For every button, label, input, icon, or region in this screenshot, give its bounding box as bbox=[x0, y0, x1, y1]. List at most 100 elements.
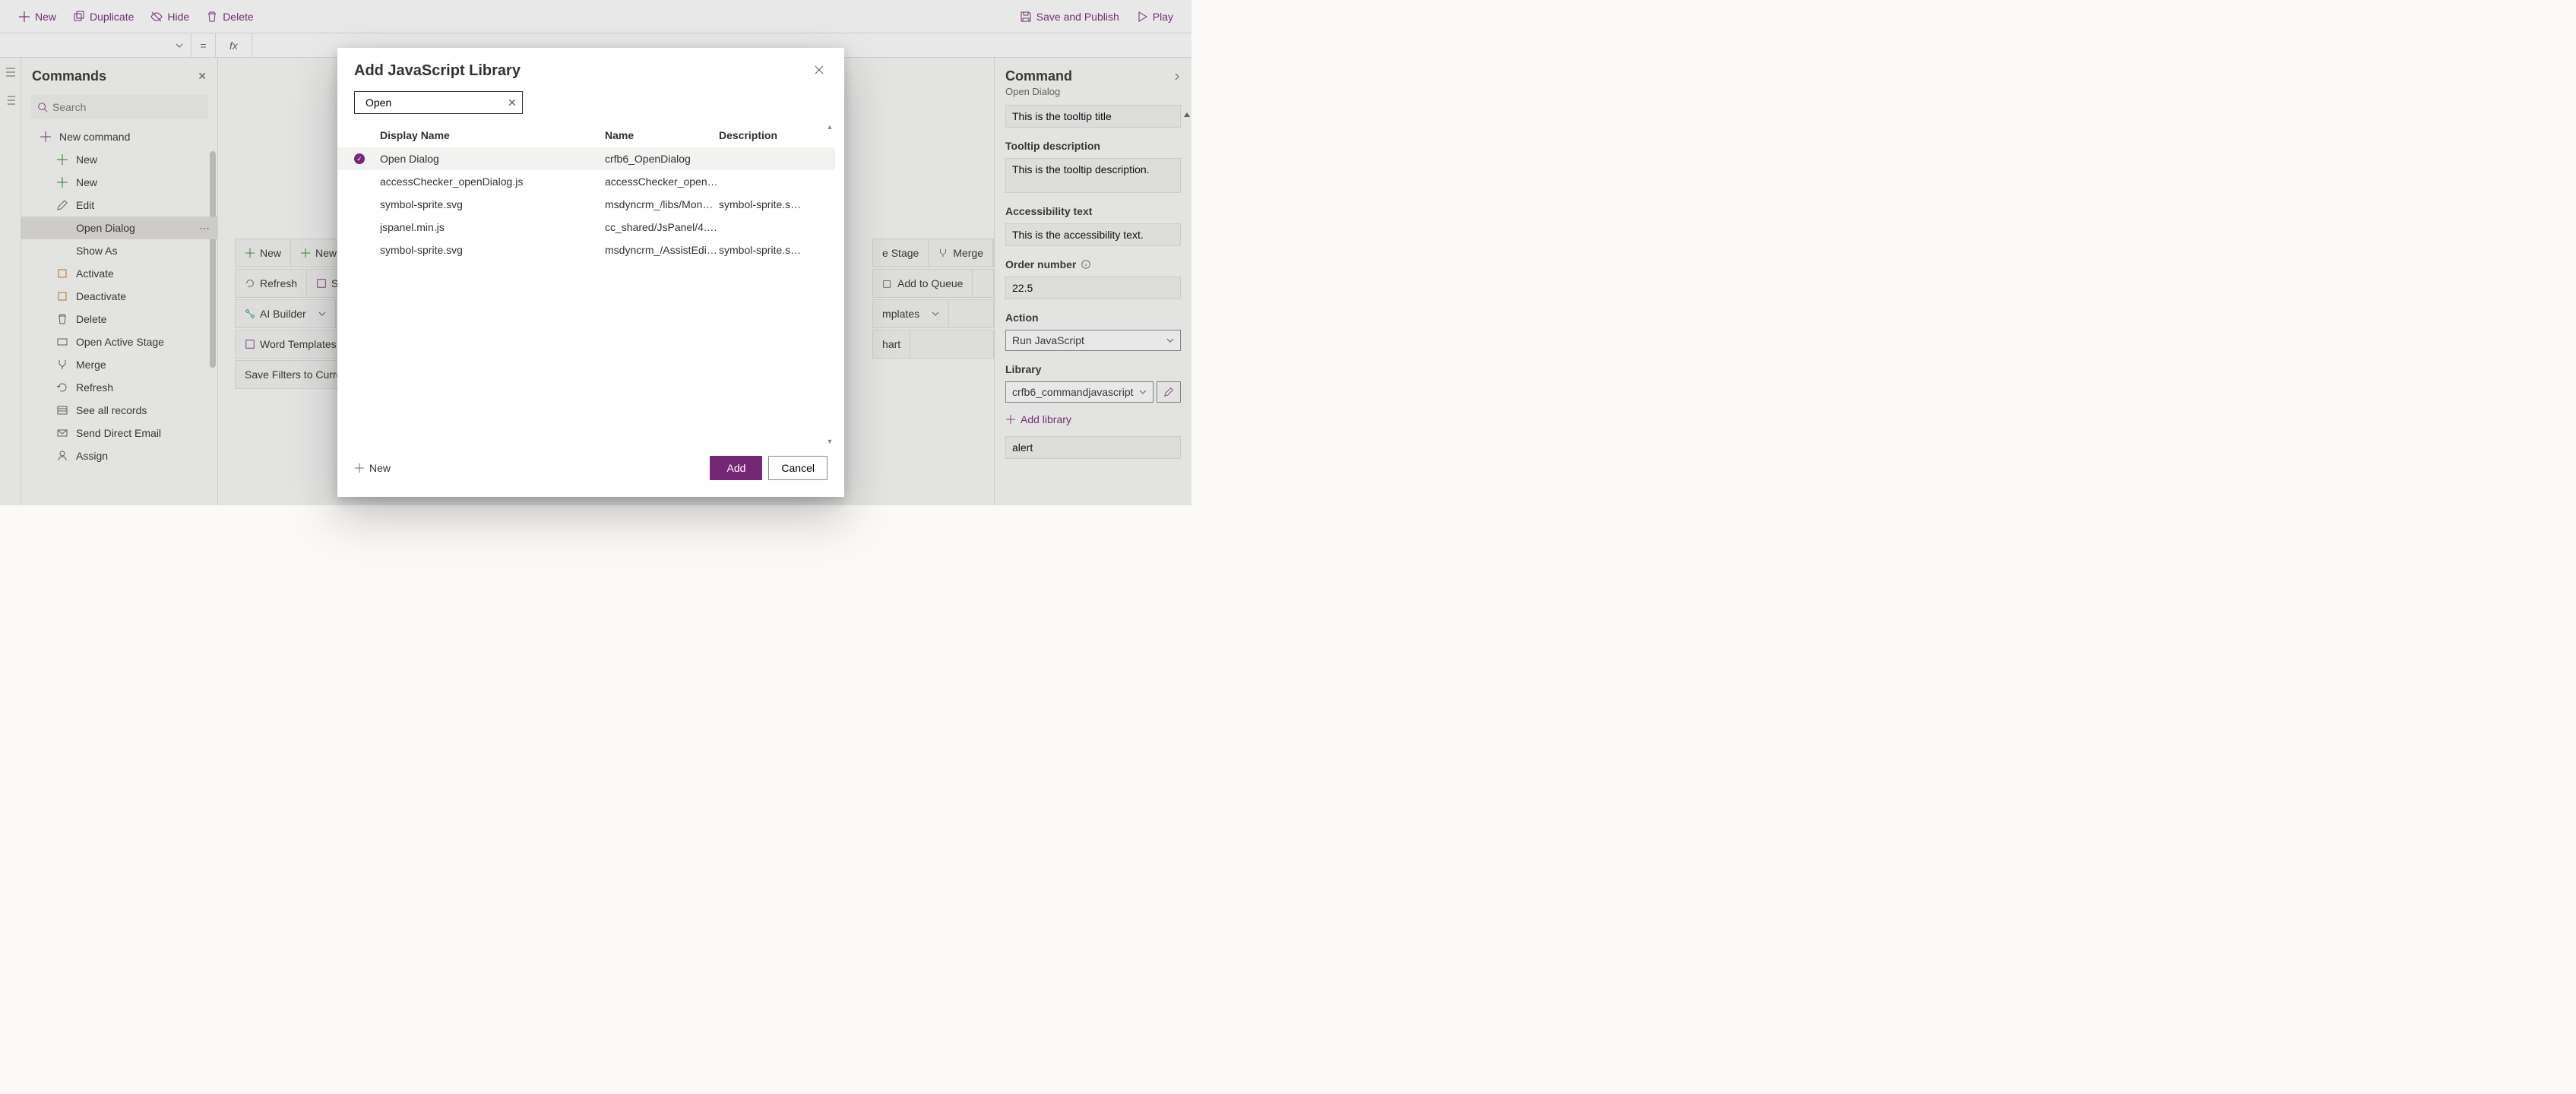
action-select[interactable]: Run JavaScript bbox=[1005, 330, 1181, 351]
label: Save Filters to Current bbox=[245, 368, 351, 381]
ribbon-refresh[interactable]: Refresh bbox=[236, 270, 307, 297]
cmd-item-send-direct-email[interactable]: Send Direct Email bbox=[21, 422, 217, 444]
library-edit-button[interactable] bbox=[1157, 381, 1181, 403]
delete-button[interactable]: Delete bbox=[198, 6, 261, 27]
info-icon[interactable] bbox=[1081, 259, 1091, 270]
plus-icon bbox=[354, 463, 365, 473]
hide-button[interactable]: Hide bbox=[143, 6, 197, 27]
action-label: Action bbox=[1005, 311, 1181, 324]
scroll-down-icon[interactable]: ▼ bbox=[824, 436, 835, 447]
table-row[interactable]: symbol-sprite.svgmsdyncrm_/libs/Monaco..… bbox=[337, 193, 835, 216]
value: Run JavaScript bbox=[1012, 334, 1084, 346]
commands-search[interactable] bbox=[30, 95, 208, 119]
table-row[interactable]: accessChecker_openDialog.jsaccessChecker… bbox=[337, 170, 835, 193]
top-toolbar: New Duplicate Hide Delete Save and Publi… bbox=[0, 0, 1191, 33]
col-display-name[interactable]: Display Name bbox=[380, 129, 605, 141]
more-icon[interactable]: ⋯ bbox=[199, 222, 210, 235]
queue-icon bbox=[882, 278, 893, 289]
cmd-item-new[interactable]: New bbox=[21, 148, 217, 171]
checkmark-icon: ✓ bbox=[354, 153, 365, 164]
cmd-item-delete[interactable]: Delete bbox=[21, 308, 217, 330]
label: Activate bbox=[76, 267, 114, 280]
search-icon bbox=[37, 102, 48, 112]
close-panel-button[interactable]: ✕ bbox=[198, 70, 207, 83]
cmd-item-see-all-records[interactable]: See all records bbox=[21, 399, 217, 422]
ribbon-hart[interactable]: hart bbox=[873, 330, 910, 358]
library-select[interactable]: crfb6_commandjavascript bbox=[1005, 381, 1154, 403]
cmd-item-open-dialog[interactable]: Open Dialog ⋯ bbox=[21, 217, 217, 239]
cell-display-name: symbol-sprite.svg bbox=[380, 244, 605, 256]
duplicate-button[interactable]: Duplicate bbox=[65, 6, 141, 27]
accessibility-input[interactable] bbox=[1005, 223, 1181, 246]
command-title: Command bbox=[1005, 68, 1072, 84]
merge-icon bbox=[938, 248, 948, 258]
clear-search-button[interactable]: ✕ bbox=[508, 96, 517, 109]
scroll-up-icon[interactable]: ▲ bbox=[824, 122, 835, 132]
label: New bbox=[260, 247, 281, 259]
chevron-down-icon bbox=[318, 310, 326, 318]
equals-button[interactable]: = bbox=[191, 33, 216, 57]
add-button[interactable]: Add bbox=[710, 456, 762, 480]
label: New bbox=[35, 11, 56, 23]
ribbon-new[interactable]: New bbox=[236, 239, 291, 267]
cmd-item-new-2[interactable]: New bbox=[21, 171, 217, 194]
formula-selector[interactable] bbox=[0, 33, 191, 57]
label: Open Dialog bbox=[76, 222, 135, 234]
cmd-item-activate[interactable]: Activate bbox=[21, 262, 217, 285]
play-icon bbox=[1136, 11, 1148, 23]
modal-search[interactable]: ✕ bbox=[354, 91, 523, 114]
scroll-up-icon[interactable] bbox=[1184, 111, 1190, 117]
modal-search-input[interactable] bbox=[366, 96, 503, 109]
tree-icon[interactable] bbox=[5, 67, 16, 80]
tooltip-title-input[interactable] bbox=[1005, 105, 1181, 128]
col-name[interactable]: Name bbox=[605, 129, 719, 141]
ribbon-mplates[interactable]: mplates bbox=[873, 300, 949, 327]
label: Edit bbox=[76, 199, 94, 211]
cmd-item-deactivate[interactable]: Deactivate bbox=[21, 285, 217, 308]
list-icon[interactable] bbox=[5, 95, 16, 108]
play-button[interactable]: Play bbox=[1128, 6, 1181, 27]
right-panel: Command Open Dialog Tooltip description … bbox=[994, 58, 1191, 505]
duplicate-icon bbox=[73, 11, 85, 23]
word-icon bbox=[245, 339, 255, 349]
modal-close-button[interactable] bbox=[811, 62, 828, 81]
refresh-icon bbox=[245, 278, 255, 289]
email-icon bbox=[56, 427, 68, 439]
add-library-link[interactable]: Add library bbox=[1005, 409, 1181, 430]
table-row[interactable]: jspanel.min.jscc_shared/JsPanel/4.6.0/..… bbox=[337, 216, 835, 239]
order-input[interactable] bbox=[1005, 277, 1181, 299]
col-description[interactable]: Description bbox=[719, 129, 835, 141]
new-button[interactable]: New bbox=[11, 6, 64, 27]
cancel-button[interactable]: Cancel bbox=[768, 456, 828, 480]
new-command-button[interactable]: New command bbox=[21, 125, 217, 148]
cmd-item-assign[interactable]: Assign bbox=[21, 444, 217, 467]
save-publish-button[interactable]: Save and Publish bbox=[1012, 6, 1127, 27]
chevron-down-icon bbox=[176, 42, 183, 49]
cmd-item-merge[interactable]: Merge bbox=[21, 353, 217, 376]
table-row[interactable]: symbol-sprite.svgmsdyncrm_/AssistEditCo.… bbox=[337, 239, 835, 261]
records-icon bbox=[56, 404, 68, 416]
cmd-item-edit[interactable]: Edit bbox=[21, 194, 217, 217]
table-row[interactable]: ✓Open Dialogcrfb6_OpenDialog bbox=[337, 147, 835, 170]
modal-scrollbar[interactable]: ▲ ▼ bbox=[824, 122, 835, 447]
trash-icon bbox=[56, 313, 68, 325]
alert-input[interactable] bbox=[1005, 436, 1181, 459]
commands-search-input[interactable] bbox=[52, 101, 201, 113]
cmd-item-show-as[interactable]: Show As bbox=[21, 239, 217, 262]
modal-new-button[interactable]: New bbox=[354, 462, 391, 474]
tooltip-desc-input[interactable]: This is the tooltip description. bbox=[1005, 158, 1181, 193]
cell-name: msdyncrm_/AssistEditCo... bbox=[605, 244, 719, 256]
label: AI Builder bbox=[260, 308, 306, 320]
command-subtitle: Open Dialog bbox=[995, 86, 1191, 105]
ribbon-add-to-queue[interactable]: Add to Queue bbox=[873, 270, 973, 297]
cmd-item-open-active-stage[interactable]: Open Active Stage bbox=[21, 330, 217, 353]
cell-name: msdyncrm_/libs/Monaco... bbox=[605, 198, 719, 210]
cmd-item-refresh[interactable]: Refresh bbox=[21, 376, 217, 399]
ribbon-e-stage[interactable]: e Stage bbox=[873, 239, 929, 267]
ribbon-merge[interactable]: Merge bbox=[929, 239, 993, 267]
label: Open Active Stage bbox=[76, 336, 164, 348]
label: mplates bbox=[882, 308, 919, 320]
deactivate-icon bbox=[56, 290, 68, 302]
ribbon-ai-builder[interactable]: AI Builder bbox=[236, 300, 336, 327]
chevron-right-icon[interactable] bbox=[1173, 73, 1181, 81]
